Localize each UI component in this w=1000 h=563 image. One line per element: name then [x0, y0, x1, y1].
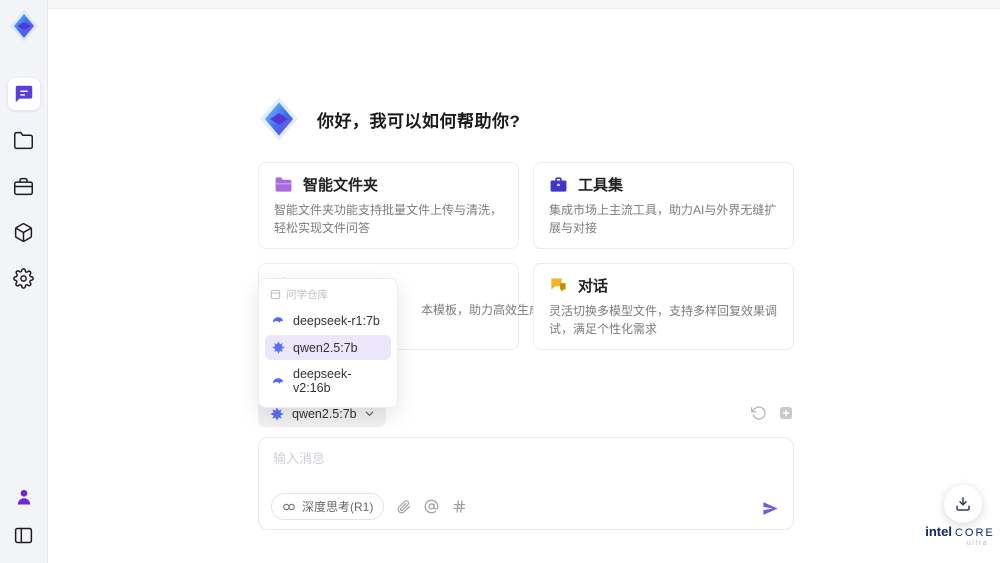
model-menu-header-label: 问学仓库 — [286, 289, 328, 301]
model-option-qwen[interactable]: qwen2.5:7b — [265, 335, 391, 360]
intel-brand-text: intel — [925, 524, 952, 539]
intel-core-badge: intel CORE ultra — [924, 524, 996, 548]
repo-icon — [270, 289, 281, 300]
message-input[interactable] — [271, 446, 780, 492]
model-option-label: deepseek-r1:7b — [293, 313, 380, 328]
sidebar-item-folders[interactable] — [8, 124, 40, 156]
folder-purple-icon — [274, 175, 293, 194]
hash-icon[interactable] — [452, 499, 467, 514]
card-title: 工具集 — [578, 177, 624, 194]
chat-yellow-icon — [549, 276, 568, 295]
composer-toolbar: 深度思考(R1) — [271, 493, 467, 520]
send-icon[interactable] — [761, 499, 780, 518]
model-option-deepseek-r1[interactable]: deepseek-r1:7b — [265, 308, 391, 333]
cube-icon — [13, 222, 34, 243]
sidebar-item-account[interactable] — [8, 481, 40, 513]
greeting: 你好，我可以如何帮助你? — [256, 96, 520, 142]
folder-icon — [13, 130, 34, 151]
gear-icon — [13, 267, 34, 289]
download-icon — [954, 495, 972, 513]
briefcase-icon — [13, 176, 34, 197]
briefcase-blue-icon — [549, 175, 568, 194]
card-toolset[interactable]: 工具集 集成市场上主流工具，助力AI与外界无缝扩展与对接 — [533, 162, 794, 249]
paperclip-icon[interactable] — [397, 499, 411, 514]
message-composer: 深度思考(R1) — [258, 437, 794, 530]
card-description: 智能文件夹功能支持批量文件上传与清洗，轻松实现文件问答 — [274, 203, 503, 235]
sidebar-item-toolbox[interactable] — [8, 170, 40, 202]
new-chat-icon[interactable] — [778, 405, 794, 421]
model-selector-label: qwen2.5:7b — [292, 406, 357, 421]
card-title: 智能文件夹 — [303, 177, 379, 194]
whale-icon — [271, 374, 286, 389]
card-title: 对话 — [578, 278, 609, 295]
app-logo-icon — [6, 8, 42, 44]
chat-header-actions — [751, 405, 794, 421]
card-description: 集成市场上主流工具，助力AI与外界无缝扩展与对接 — [549, 203, 777, 235]
sidebar-item-apps[interactable] — [8, 216, 40, 248]
at-icon[interactable] — [424, 499, 439, 514]
user-icon — [14, 487, 34, 507]
whale-icon — [271, 313, 286, 328]
model-option-deepseek-v2[interactable]: deepseek-v2:16b — [265, 362, 391, 400]
model-option-label: deepseek-v2:16b — [293, 367, 352, 395]
model-menu-header: 问学仓库 — [265, 284, 391, 306]
deep-think-label: 深度思考(R1) — [302, 500, 374, 514]
deep-think-icon — [282, 500, 296, 514]
greeting-logo-icon — [256, 96, 302, 142]
model-option-label: qwen2.5:7b — [293, 340, 358, 355]
card-description: 灵活切换多模型文件，支持多样回复效果调试，满足个性化需求 — [549, 304, 778, 336]
panel-icon — [13, 525, 34, 546]
card-dialogue[interactable]: 对话 灵活切换多模型文件，支持多样回复效果调试，满足个性化需求 — [533, 263, 794, 350]
page-title: 你好，我可以如何帮助你? — [317, 111, 521, 131]
chevron-down-icon — [364, 408, 375, 419]
sidebar-collapse-button[interactable] — [8, 519, 40, 551]
qwen-icon — [271, 340, 286, 355]
core-brand-text: CORE — [954, 527, 995, 539]
sidebar-item-chat[interactable] — [7, 78, 40, 110]
deep-think-toggle[interactable]: 深度思考(R1) — [271, 493, 385, 520]
model-dropdown-menu: 问学仓库 deepseek-r1:7b qwen2.5:7b deepseek-… — [258, 278, 398, 408]
sidebar — [0, 0, 48, 563]
brand-tier-text: ultra — [966, 540, 988, 548]
window-top-bar — [48, 0, 1000, 9]
chat-icon — [13, 83, 35, 105]
card-smart-folder[interactable]: 智能文件夹 智能文件夹功能支持批量文件上传与清洗，轻松实现文件问答 — [258, 162, 519, 249]
download-fab[interactable] — [944, 485, 982, 523]
sidebar-item-settings[interactable] — [8, 262, 40, 294]
history-icon[interactable] — [751, 405, 767, 421]
